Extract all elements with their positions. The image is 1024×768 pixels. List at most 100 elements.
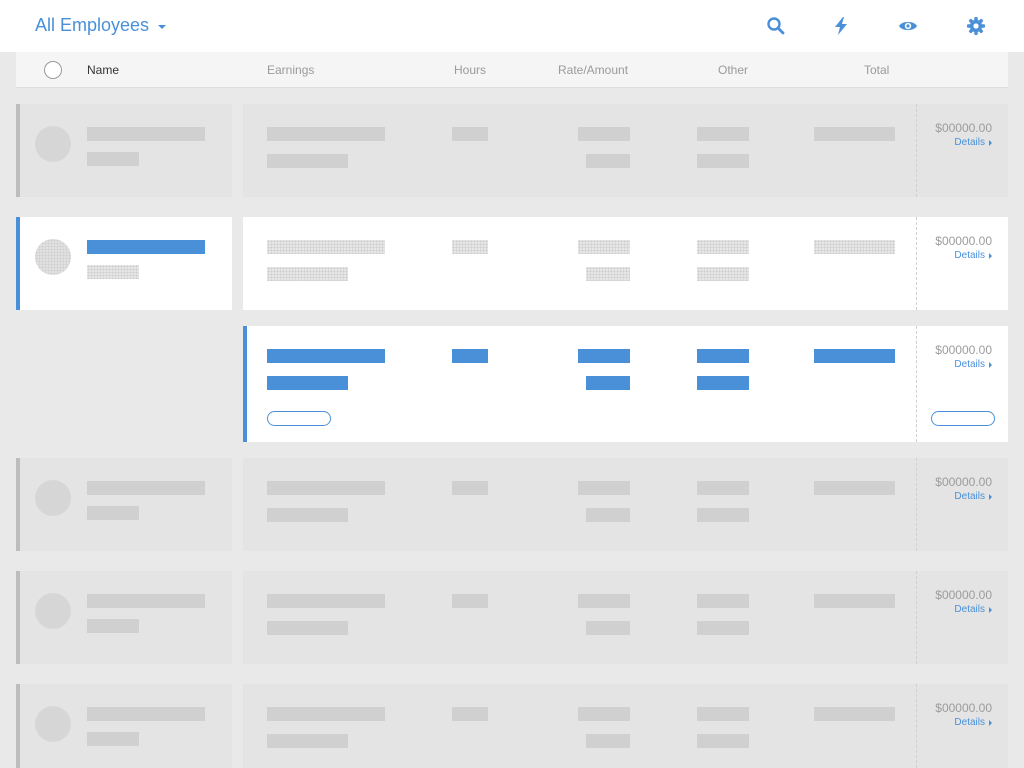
other-placeholder <box>697 127 749 141</box>
total-placeholder <box>814 707 895 721</box>
details-label: Details <box>954 717 985 728</box>
search-icon[interactable] <box>766 16 786 36</box>
gear-icon[interactable] <box>966 16 986 36</box>
total-placeholder <box>814 127 895 141</box>
rate-placeholder <box>586 154 630 168</box>
name-placeholder <box>87 240 205 254</box>
details-link[interactable]: Details <box>954 250 992 261</box>
save-button[interactable] <box>931 411 995 426</box>
name-placeholder <box>87 594 205 608</box>
details-label: Details <box>954 250 985 261</box>
rate-placeholder <box>578 707 630 721</box>
hours-placeholder <box>452 127 488 141</box>
total-amount: $00000.00 <box>935 701 992 715</box>
details-label: Details <box>954 604 985 615</box>
name-placeholder <box>87 127 205 141</box>
other-placeholder <box>697 267 749 281</box>
total-amount: $00000.00 <box>935 343 992 357</box>
employee-name-card[interactable] <box>16 458 232 551</box>
earnings-card: $00000.00 Details <box>243 217 1008 310</box>
chevron-right-icon <box>989 361 992 368</box>
avatar <box>35 480 71 516</box>
total-column: $00000.00 Details <box>916 326 1008 442</box>
other-placeholder <box>697 734 749 748</box>
other-placeholder <box>697 594 749 608</box>
earnings-placeholder <box>267 734 348 748</box>
total-placeholder <box>814 481 895 495</box>
hours-placeholder <box>452 481 488 495</box>
hours-placeholder <box>452 594 488 608</box>
earnings-placeholder <box>267 127 385 141</box>
rate-placeholder <box>586 621 630 635</box>
eye-icon[interactable] <box>898 16 918 36</box>
lightning-icon[interactable] <box>831 16 851 36</box>
details-label: Details <box>954 137 985 148</box>
rate-placeholder <box>586 508 630 522</box>
chevron-right-icon <box>989 719 992 726</box>
other-field[interactable] <box>697 376 749 390</box>
hours-field[interactable] <box>452 349 488 363</box>
avatar <box>35 706 71 742</box>
earnings-edit-card[interactable]: $00000.00 Details <box>243 326 1008 442</box>
earnings-field[interactable] <box>267 376 348 390</box>
other-placeholder <box>697 707 749 721</box>
earnings-card: $00000.00 Details <box>243 458 1008 551</box>
earnings-placeholder <box>267 481 385 495</box>
total-field[interactable] <box>814 349 895 363</box>
rate-placeholder <box>586 734 630 748</box>
chevron-right-icon <box>989 139 992 146</box>
earnings-placeholder <box>267 707 385 721</box>
column-total: Total <box>864 63 890 77</box>
select-all-radio[interactable] <box>44 61 62 79</box>
total-column: $00000.00 Details <box>916 571 1008 664</box>
column-name: Name <box>87 63 120 77</box>
total-column: $00000.00 Details <box>916 217 1008 310</box>
earnings-card: $00000.00 Details <box>243 684 1008 768</box>
total-amount: $00000.00 <box>935 234 992 248</box>
employee-name-card[interactable] <box>16 571 232 664</box>
total-amount: $00000.00 <box>935 475 992 489</box>
total-amount: $00000.00 <box>935 121 992 135</box>
details-link[interactable]: Details <box>954 717 992 728</box>
other-field[interactable] <box>697 349 749 363</box>
column-earnings: Earnings <box>267 63 315 77</box>
other-placeholder <box>697 154 749 168</box>
subtitle-placeholder <box>87 265 139 279</box>
name-placeholder <box>87 481 205 495</box>
total-placeholder <box>814 594 895 608</box>
employee-name-card[interactable] <box>16 217 232 310</box>
details-link[interactable]: Details <box>954 491 992 502</box>
other-placeholder <box>697 621 749 635</box>
total-placeholder <box>814 240 895 254</box>
column-hours: Hours <box>454 63 487 77</box>
other-placeholder <box>697 481 749 495</box>
details-link[interactable]: Details <box>954 604 992 615</box>
details-link[interactable]: Details <box>954 137 992 148</box>
earnings-card: $00000.00 Details <box>243 571 1008 664</box>
employee-name-card[interactable] <box>16 684 232 768</box>
column-other: Other <box>718 63 749 77</box>
details-link[interactable]: Details <box>954 359 992 370</box>
earnings-placeholder <box>267 154 348 168</box>
column-header: Name Earnings Hours Rate/Amount Other To… <box>16 52 1008 88</box>
employee-filter-dropdown[interactable]: All Employees <box>35 15 167 36</box>
other-placeholder <box>697 240 749 254</box>
avatar <box>35 593 71 629</box>
employee-name-card[interactable] <box>16 104 232 197</box>
subtitle-placeholder <box>87 619 139 633</box>
rate-field[interactable] <box>578 349 630 363</box>
rate-placeholder <box>578 594 630 608</box>
chevron-right-icon <box>989 493 992 500</box>
rate-placeholder <box>578 127 630 141</box>
earnings-field[interactable] <box>267 349 385 363</box>
hours-placeholder <box>452 707 488 721</box>
other-placeholder <box>697 508 749 522</box>
rate-field[interactable] <box>586 376 630 390</box>
earnings-placeholder <box>267 621 348 635</box>
avatar <box>35 239 71 275</box>
details-label: Details <box>954 491 985 502</box>
total-column: $00000.00 Details <box>916 104 1008 197</box>
total-column: $00000.00 Details <box>916 458 1008 551</box>
add-earning-button[interactable] <box>267 411 331 426</box>
earnings-placeholder <box>267 594 385 608</box>
